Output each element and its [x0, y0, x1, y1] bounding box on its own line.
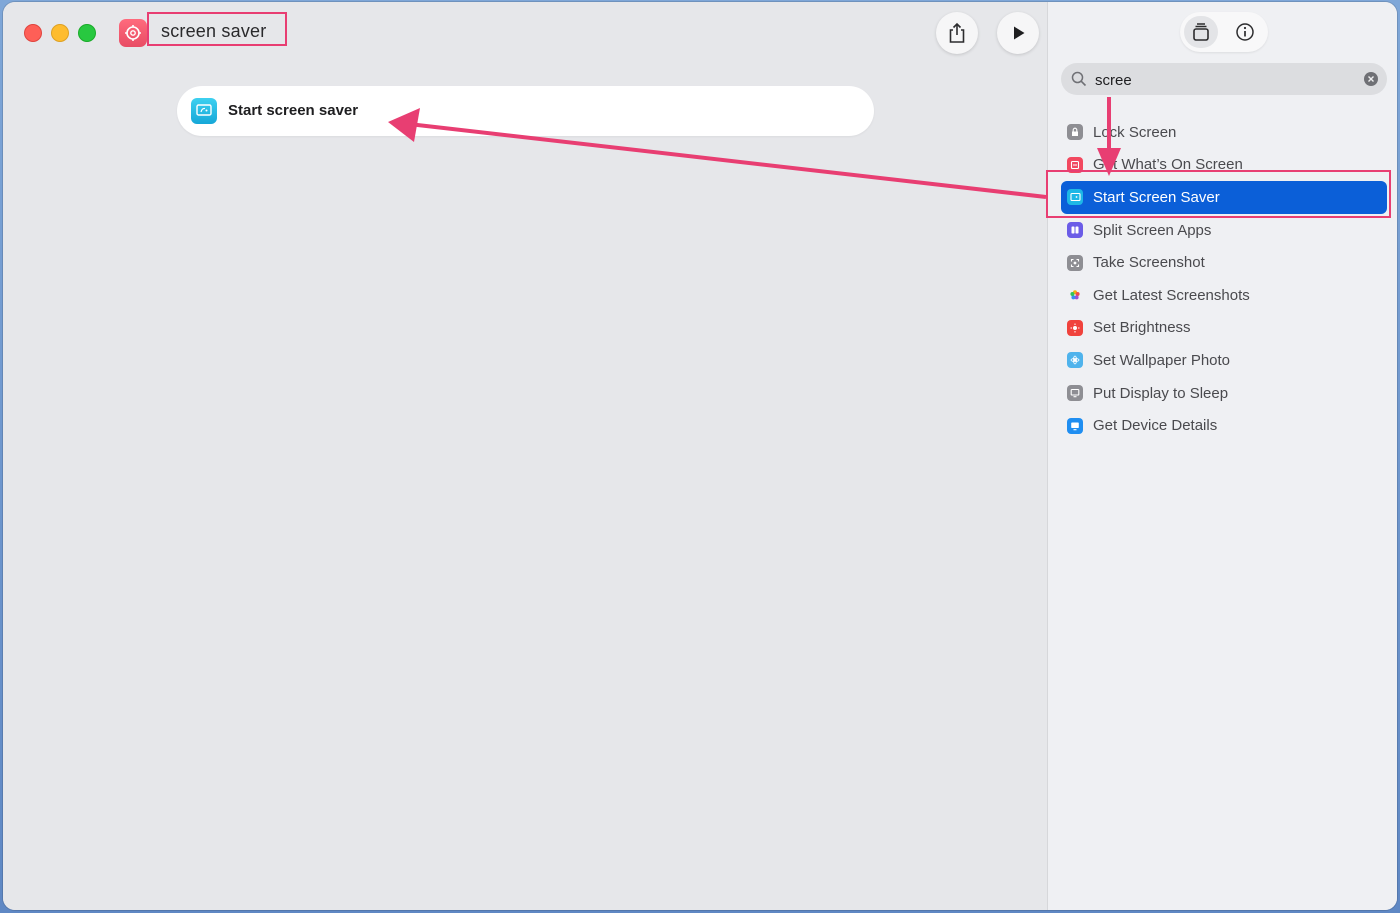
split-icon [1067, 222, 1083, 239]
share-button[interactable] [936, 12, 978, 54]
info-icon [1236, 23, 1254, 41]
minimize-window-button[interactable] [51, 24, 69, 42]
action-library-pane: Lock Screen Get What’s On Screen Start Scr… [1047, 2, 1397, 910]
result-label: Set Wallpaper Photo [1093, 351, 1231, 369]
result-item[interactable]: Get Device Details [1061, 409, 1387, 442]
info-tab[interactable] [1228, 16, 1262, 48]
search-input[interactable] [1093, 67, 1357, 93]
result-item[interactable]: Split Screen Apps [1061, 214, 1387, 247]
display-icon [1067, 385, 1083, 402]
screensaver-icon [1067, 189, 1083, 206]
close-icon [1368, 76, 1374, 82]
lock-icon [1067, 124, 1083, 141]
sidebar-segmented-control [1180, 12, 1268, 52]
play-icon [1014, 26, 1025, 40]
shortcuts-window: screen saver Start screen saver scree Lo… [3, 2, 1397, 910]
result-item[interactable]: Set Wallpaper Photo [1061, 344, 1387, 377]
clear-search-button[interactable] [1364, 72, 1378, 86]
result-label: Take Screenshot [1093, 254, 1205, 272]
result-item[interactable]: Get Latest Screenshots [1061, 279, 1387, 312]
result-label: Start Screen Saver [1093, 188, 1220, 206]
result-label: Put Display to Sleep [1093, 384, 1229, 402]
screensaver-icon [191, 98, 217, 124]
result-label: Get Latest Screenshots [1093, 286, 1250, 304]
gear-icon[interactable] [119, 19, 147, 47]
screen-scan-icon [1067, 156, 1083, 173]
shortcut-title[interactable]: screen saver [161, 21, 266, 42]
search-results-list: Lock Screen Get What’s On Screen Start Scr… [1061, 116, 1387, 442]
search-icon [1071, 71, 1087, 87]
device-icon [1067, 417, 1083, 434]
result-label: Set Brightness [1093, 319, 1191, 337]
result-label: Get Device Details [1093, 417, 1218, 435]
close-window-button[interactable] [24, 24, 42, 42]
result-item[interactable]: Set Brightness [1061, 312, 1387, 345]
result-item[interactable]: Get What’s On Screen [1061, 149, 1387, 182]
brightness-icon [1067, 319, 1083, 336]
action-label: Start screen saver [228, 102, 359, 119]
zoom-window-button[interactable] [78, 24, 96, 42]
result-label: Split Screen Apps [1093, 221, 1212, 239]
wallpaper-icon [1067, 352, 1083, 369]
share-icon [949, 22, 965, 43]
library-tab[interactable] [1184, 16, 1218, 48]
result-item[interactable]: Take Screenshot [1061, 246, 1387, 279]
action-search-field[interactable] [1061, 63, 1387, 95]
result-item[interactable]: Start Screen Saver [1061, 181, 1387, 214]
editor-pane: screen saver Start screen saver [3, 2, 1047, 910]
action-card[interactable]: Start screen saver [177, 86, 874, 136]
screenshot-icon [1067, 254, 1083, 271]
library-icon [1193, 23, 1209, 41]
run-button[interactable] [997, 12, 1039, 54]
photos-icon [1067, 287, 1083, 303]
result-item[interactable]: Put Display to Sleep [1061, 377, 1387, 410]
result-label: Lock Screen [1093, 123, 1177, 141]
result-item[interactable]: Lock Screen [1061, 116, 1387, 149]
result-label: Get What’s On Screen [1093, 156, 1243, 174]
